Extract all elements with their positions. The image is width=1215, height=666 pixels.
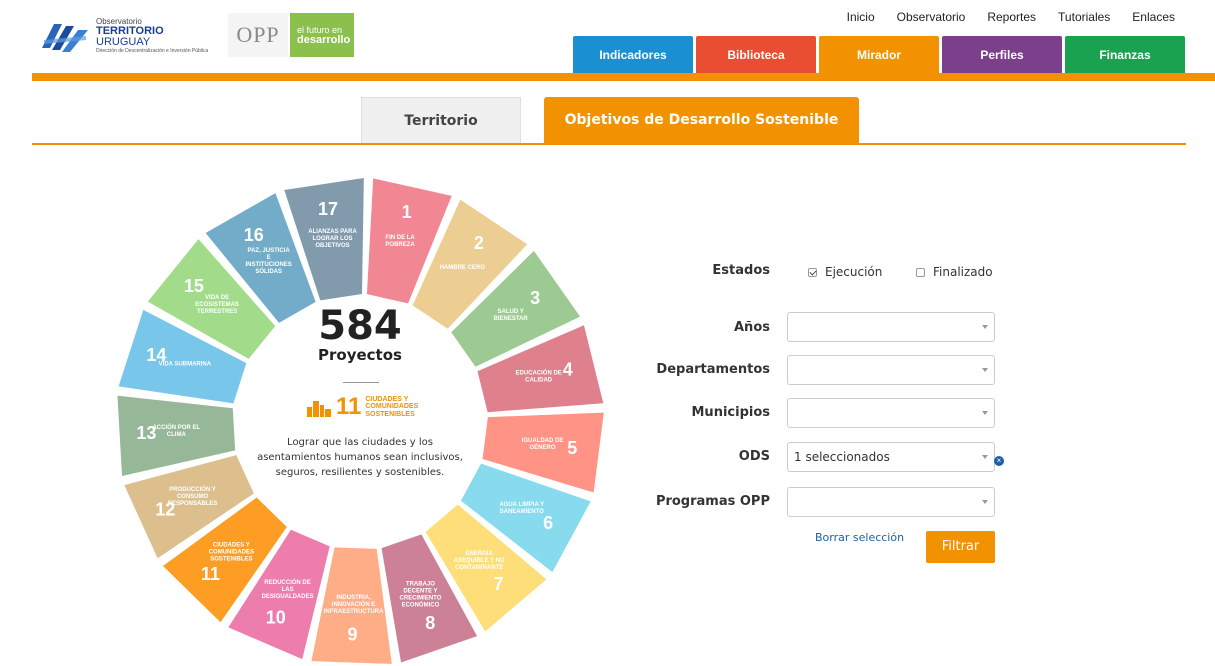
ods-segment-number-1: 1 (402, 202, 412, 222)
programas-label: Programas OPP (655, 494, 770, 509)
observatorio-logo[interactable]: Observatorio TERRITORIO URUGUAY Direcció… (40, 18, 220, 54)
chevron-down-icon (982, 411, 988, 415)
futuro-logo[interactable]: el futuro en desarrollo (290, 13, 354, 57)
subtab-underline (32, 143, 1186, 145)
checkbox-finalizado[interactable]: Finalizado (916, 265, 993, 279)
ods-segment-number-8: 8 (425, 613, 435, 633)
ods-wheel: 1 FIN DE LA POBREZA 2 HAMBRE CERO 3SALUD Y BIE… (117, 178, 604, 664)
tab-perfiles[interactable]: Perfiles (942, 36, 1062, 74)
ods-segment-number-11: 11 (201, 564, 220, 584)
subtab-ods[interactable]: Objetivos de Desarrollo Sostenible (544, 97, 859, 143)
programas-select[interactable] (787, 487, 995, 517)
ods-segment-label-1: FIN DE LA POBREZA (385, 235, 415, 248)
tab-biblioteca[interactable]: Biblioteca (696, 36, 816, 74)
city-icon (307, 401, 331, 417)
projects-label: Proyectos (318, 346, 402, 364)
header: Observatorio TERRITORIO URUGUAY Direcció… (0, 0, 1215, 80)
top-nav: Inicio Observatorio Reportes Tutoriales … (847, 10, 1175, 24)
ods-segment-number-7: 7 (494, 574, 504, 594)
departamentos-label: Departamentos (656, 362, 770, 377)
selected-goal-number: 11 (336, 393, 362, 420)
checkbox-finalizado-label: Finalizado (933, 265, 993, 279)
subtab-territorio[interactable]: Territorio (361, 97, 521, 143)
ods-segment-label-14: VIDA SUBMARINA (159, 362, 212, 368)
nav-observatorio[interactable]: Observatorio (897, 10, 966, 24)
filter-button[interactable]: Filtrar (926, 531, 995, 563)
nav-inicio[interactable]: Inicio (847, 10, 875, 24)
selected-goal-title: CIUDADES Y COMUNIDADES SOSTENIBLES (365, 395, 419, 418)
anios-select[interactable] (787, 312, 995, 342)
ods-segment-number-15: 15 (184, 276, 204, 296)
clear-selection-link[interactable]: Borrar selección (815, 531, 904, 544)
ods-segment-number-2: 2 (474, 233, 484, 253)
chevron-down-icon (982, 455, 988, 459)
ods-segment-number-4: 4 (563, 359, 573, 379)
main-tabs: Indicadores Biblioteca Mirador Perfiles … (573, 36, 1188, 74)
chevron-down-icon (982, 325, 988, 329)
municipios-label: Municipios (691, 405, 771, 420)
ods-segment-number-16: 16 (244, 225, 264, 245)
departamentos-select[interactable] (787, 355, 995, 385)
observatorio-logo-mark (40, 18, 90, 54)
center-separator (343, 382, 379, 383)
logo-line2-rest: URUGUAY (96, 36, 151, 48)
ods-segment-label-2: HAMBRE CERO (440, 265, 486, 271)
opp-logo[interactable]: OPP (228, 13, 288, 57)
ods-segment-number-10: 10 (266, 607, 286, 627)
futuro-line2: desarrollo (297, 34, 351, 46)
chevron-down-icon (982, 368, 988, 372)
checkbox-ejecucion[interactable]: Ejecución (808, 265, 882, 279)
nav-enlaces[interactable]: Enlaces (1132, 10, 1175, 24)
ods-segment-number-9: 9 (348, 625, 358, 645)
checkbox-finalizado-box[interactable] (916, 267, 925, 277)
nav-reportes[interactable]: Reportes (987, 10, 1036, 24)
projects-total: 584 (318, 303, 402, 349)
tab-finanzas[interactable]: Finanzas (1065, 36, 1185, 74)
municipios-select[interactable] (787, 398, 995, 428)
orange-divider (32, 73, 1215, 81)
chevron-down-icon (982, 500, 988, 504)
ods-label: ODS (738, 449, 770, 464)
ods-segment-number-6: 6 (543, 513, 553, 533)
ods-segment-label-11: CIUDADES Y COMUNIDADES SOSTENIBLES (209, 543, 254, 563)
ods-segment-label-3: SALUD Y BIENESTAR (493, 309, 528, 322)
selected-goal-description: Lograr que las ciudades y los asentamien… (257, 437, 463, 478)
anios-label: Años (734, 320, 770, 335)
logo-line3: Dirección de Descentralización e Inversi… (96, 48, 209, 54)
ods-select-value: 1 seleccionados (794, 450, 890, 464)
nav-tutoriales[interactable]: Tutoriales (1058, 10, 1110, 24)
ods-segment-number-17: 17 (318, 199, 338, 219)
tab-mirador[interactable]: Mirador (819, 36, 939, 74)
clear-ods-icon[interactable]: × (994, 456, 1004, 466)
ods-select[interactable]: 1 seleccionados (787, 442, 995, 472)
tab-indicadores[interactable]: Indicadores (573, 36, 693, 74)
estados-label: Estados (712, 263, 770, 278)
ods-segment-label-6: AGUA LIMPIA Y SANEAMIENTO (499, 502, 544, 515)
checkbox-ejecucion-label: Ejecución (825, 265, 883, 279)
checkbox-ejecucion-box[interactable] (808, 267, 817, 277)
ods-segment-number-3: 3 (530, 288, 540, 308)
selected-goal: 11 CIUDADES Y COMUNIDADES SOSTENIBLES (306, 393, 425, 421)
ods-segment-number-5: 5 (567, 438, 577, 458)
